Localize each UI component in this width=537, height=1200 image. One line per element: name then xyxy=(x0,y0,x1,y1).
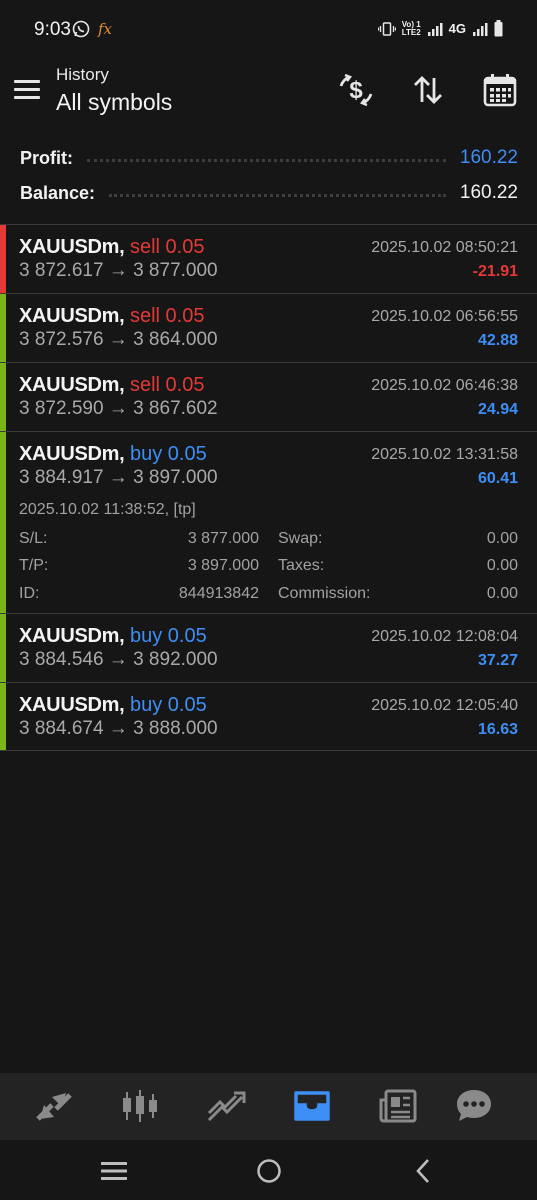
deal-row-expanded[interactable]: XAUUSDm, buy 0.05 3 884.917 → 3 897.000 … xyxy=(0,431,537,613)
deal-row[interactable]: XAUUSDm, sell 0.05 3 872.590 → 3 867.602… xyxy=(0,362,537,431)
sl-value: 3 877.000 xyxy=(187,530,259,547)
detail-row: S/L: 3 877.000 Swap: 0.00 xyxy=(19,530,518,552)
detail-row: ID: 844913842 Commission: 0.00 xyxy=(19,585,518,607)
balance-label: Balance: xyxy=(20,182,96,203)
deal-profit: 16.63 xyxy=(477,721,518,738)
trade-icon[interactable] xyxy=(203,1086,249,1126)
status-left-icons: fx xyxy=(72,20,112,38)
win-indicator xyxy=(0,614,6,682)
deal-symbol: XAUUSDm, xyxy=(19,374,125,396)
news-icon[interactable] xyxy=(375,1086,421,1126)
deal-type: sell 0.05 xyxy=(129,374,205,396)
signal-icon xyxy=(427,22,443,36)
swap-label: Swap: xyxy=(278,530,323,547)
bottom-nav xyxy=(0,1073,537,1140)
deal-row[interactable]: XAUUSDm, buy 0.05 3 884.546 → 3 892.000 … xyxy=(0,613,537,682)
balance-value: 160.22 xyxy=(459,182,518,203)
id-label: ID: xyxy=(19,585,40,602)
loss-indicator xyxy=(0,225,6,293)
signal-icon-2 xyxy=(473,22,488,36)
deal-list: XAUUSDm, sell 0.05 3 872.617 → 3 877.000… xyxy=(0,224,537,751)
deal-time: 2025.10.02 13:31:58 xyxy=(371,446,518,463)
svg-text:$: $ xyxy=(349,77,363,104)
deal-type: sell 0.05 xyxy=(129,305,205,327)
chart-icon[interactable] xyxy=(117,1086,163,1126)
deal-time: 2025.10.02 08:50:21 xyxy=(371,239,518,256)
header-subtitle: History xyxy=(56,65,109,84)
deal-row[interactable]: XAUUSDm, buy 0.05 3 884.674 → 3 888.000 … xyxy=(0,682,537,751)
deal-profit: 37.27 xyxy=(477,652,518,669)
detail-row: T/P: 3 897.000 Taxes: 0.00 xyxy=(19,557,518,579)
system-nav xyxy=(0,1140,537,1200)
header-title[interactable]: All symbols xyxy=(56,89,172,116)
sort-icon[interactable] xyxy=(408,70,448,110)
home-icon[interactable] xyxy=(249,1156,289,1186)
balance-row: Balance: 160.22 xyxy=(20,179,518,207)
app-header: History All symbols $ xyxy=(0,60,537,128)
deal-time: 2025.10.02 12:08:04 xyxy=(371,628,518,645)
deal-prices: 3 872.617 → 3 877.000 xyxy=(19,260,218,281)
id-value: 844913842 xyxy=(178,585,259,602)
deal-type: buy 0.05 xyxy=(129,443,207,465)
deal-profit: 60.41 xyxy=(477,470,518,487)
menu-icon[interactable] xyxy=(14,78,42,102)
vibrate-icon xyxy=(377,21,396,36)
calendar-icon[interactable] xyxy=(480,70,520,110)
battery-icon xyxy=(494,20,503,37)
profit-value: 160.22 xyxy=(459,147,518,168)
chat-icon[interactable] xyxy=(451,1086,497,1126)
deal-symbol: XAUUSDm, xyxy=(19,236,125,258)
win-indicator xyxy=(0,363,6,431)
quotes-icon[interactable] xyxy=(31,1086,77,1126)
deal-symbol: XAUUSDm, xyxy=(19,443,125,465)
deal-prices: 3 872.576 → 3 864.000 xyxy=(19,329,218,350)
profit-label: Profit: xyxy=(20,147,73,168)
deal-prices: 3 872.590 → 3 867.602 xyxy=(19,398,218,419)
dollar-exchange-icon[interactable]: $ xyxy=(336,70,376,110)
deal-time: 2025.10.02 12:05:40 xyxy=(371,697,518,714)
deal-time: 2025.10.02 06:46:38 xyxy=(371,377,518,394)
deal-type: buy 0.05 xyxy=(129,694,207,716)
deal-prices: 3 884.546 → 3 892.000 xyxy=(19,649,218,670)
deal-profit: 24.94 xyxy=(477,401,518,418)
status-bar: 9:03 fx Vo) 1 LTE2 4G xyxy=(0,0,537,60)
status-time: 9:03 xyxy=(34,19,71,40)
history-icon[interactable] xyxy=(289,1086,335,1126)
lte-indicator: Vo) 1 LTE2 xyxy=(401,19,421,37)
dotted-leader xyxy=(109,193,446,197)
win-indicator xyxy=(0,294,6,362)
win-indicator xyxy=(0,432,6,613)
dotted-leader xyxy=(87,158,446,162)
deal-symbol: XAUUSDm, xyxy=(19,625,125,647)
deal-row[interactable]: XAUUSDm, sell 0.05 3 872.576 → 3 864.000… xyxy=(0,293,537,362)
deal-prices: 3 884.917 → 3 897.000 xyxy=(19,467,218,488)
recent-apps-icon[interactable] xyxy=(94,1156,134,1186)
swap-value: 0.00 xyxy=(486,530,518,547)
taxes-value: 0.00 xyxy=(486,557,518,574)
deal-type: sell 0.05 xyxy=(129,236,205,258)
deal-profit: 42.88 xyxy=(477,332,518,349)
tp-label: T/P: xyxy=(19,557,49,574)
deal-prices: 3 884.674 → 3 888.000 xyxy=(19,718,218,739)
tp-value: 3 897.000 xyxy=(187,557,259,574)
fx-icon: fx xyxy=(98,20,113,38)
deal-time: 2025.10.02 06:56:55 xyxy=(371,308,518,325)
commission-value: 0.00 xyxy=(486,585,518,602)
deal-symbol: XAUUSDm, xyxy=(19,305,125,327)
profit-row: Profit: 160.22 xyxy=(20,144,518,172)
deal-profit: -21.91 xyxy=(472,263,518,280)
deal-type: buy 0.05 xyxy=(129,625,207,647)
whatsapp-icon xyxy=(72,20,90,38)
status-right-icons: Vo) 1 LTE2 4G xyxy=(377,19,503,37)
network-4g-label: 4G xyxy=(448,21,466,36)
back-icon[interactable] xyxy=(403,1156,443,1186)
taxes-label: Taxes: xyxy=(278,557,325,574)
win-indicator xyxy=(0,683,6,750)
deal-row[interactable]: XAUUSDm, sell 0.05 3 872.617 → 3 877.000… xyxy=(0,224,537,293)
commission-label: Commission: xyxy=(278,585,371,602)
deal-symbol: XAUUSDm, xyxy=(19,694,125,716)
deal-open-info: 2025.10.02 11:38:52, [tp] xyxy=(19,501,196,518)
sl-label: S/L: xyxy=(19,530,48,547)
